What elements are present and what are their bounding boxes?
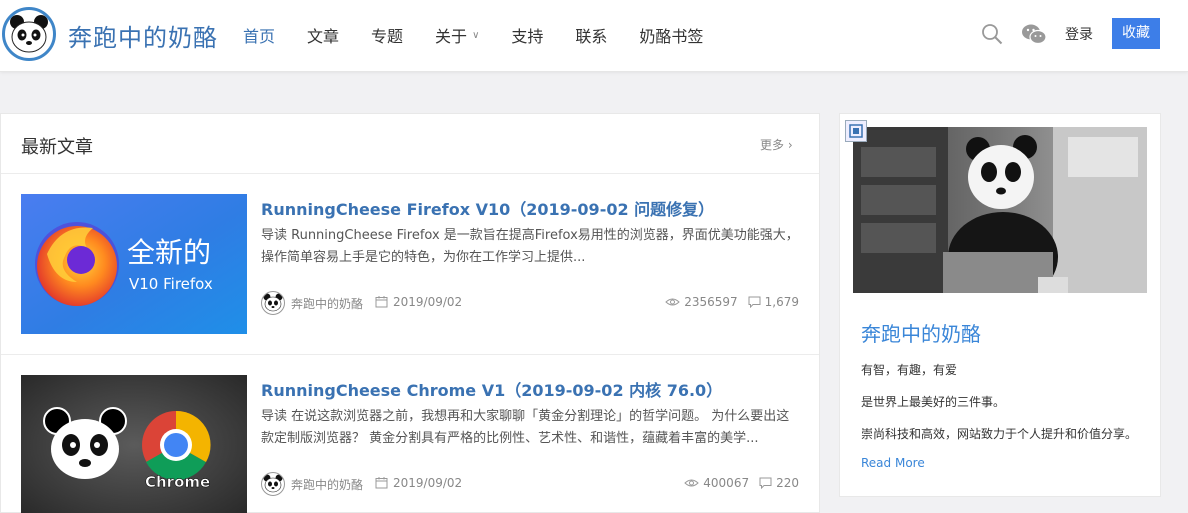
article-date: 2019/09/02 — [393, 295, 463, 309]
comment-icon — [759, 477, 772, 489]
nav-label: 关于 — [435, 27, 468, 46]
firefox-thumbnail-image: 全新的 V10 Firefox — [21, 194, 247, 334]
site-logo[interactable] — [2, 7, 56, 61]
nav-label: 支持 — [511, 27, 544, 46]
calendar-icon — [375, 296, 388, 308]
nav-label: 文章 — [307, 27, 340, 46]
author-name[interactable]: 奔跑中的奶酪 — [291, 476, 363, 493]
eye-icon — [665, 298, 680, 306]
comment-count[interactable]: 220 — [776, 476, 799, 490]
article-title[interactable]: RunningCheese Chrome V1（2019-09-02 内核 76… — [261, 377, 722, 401]
latest-articles-panel: 最新文章 更多 › 全新的 V10 Firefox RunningCheese … — [0, 113, 820, 513]
chrome-thumbnail-image: Chrome — [21, 375, 247, 513]
nav-label: 首页 — [243, 27, 276, 46]
more-link[interactable]: 更多 › — [760, 136, 793, 153]
sidebar-title[interactable]: 奔跑中的奶酪 — [861, 318, 981, 347]
nav-item-topics[interactable]: 专题 — [371, 23, 403, 47]
search-icon[interactable] — [981, 23, 1003, 45]
article-item: 全新的 V10 Firefox RunningCheese Firefox V1… — [1, 174, 819, 355]
thumb-text: Chrome — [145, 473, 210, 491]
site-title[interactable]: 奔跑中的奶酪 — [68, 18, 218, 53]
comment-count[interactable]: 1,679 — [765, 295, 799, 309]
panda-avatar-icon — [263, 474, 283, 493]
panel-title: 最新文章 — [21, 137, 93, 158]
article-title[interactable]: RunningCheese Firefox V10（2019-09-02 问题修… — [261, 196, 714, 220]
view-count: 2356597 — [684, 295, 738, 309]
sidebar-text-line: 崇尚科技和高效，网站致力于个人提升和价值分享。 — [861, 427, 1138, 441]
panda-logo-icon — [10, 15, 48, 53]
thumb-subtext: V10 Firefox — [129, 275, 213, 293]
view-count: 400067 — [703, 476, 750, 490]
article-item: Chrome RunningCheese Chrome V1（2019-09-0… — [1, 355, 819, 513]
article-stats: 2356597 1,679 — [665, 295, 799, 309]
nav-item-articles[interactable]: 文章 — [307, 23, 339, 47]
nav-label: 奶酪书签 — [639, 27, 704, 46]
image-badge-icon — [845, 120, 867, 142]
article-excerpt: 导读 在说这款浏览器之前，我想再和大家聊聊「黄金分割理论」的哲学问题。 为什么要… — [261, 409, 790, 446]
author-avatar[interactable] — [261, 291, 285, 315]
sidebar-text-line: 有智，有趣，有爱 — [861, 363, 958, 377]
collect-button[interactable]: 收藏 — [1112, 18, 1160, 49]
article-excerpt: 导读 RunningCheese Firefox 是一款旨在提高Firefox易… — [261, 228, 799, 265]
nav-item-about[interactable]: 关于 ∨ — [435, 23, 479, 47]
chevron-down-icon: ∨ — [472, 29, 480, 41]
nav-label: 专题 — [371, 27, 404, 46]
article-thumbnail[interactable]: 全新的 V10 Firefox — [21, 194, 247, 334]
wechat-icon[interactable] — [1021, 23, 1047, 45]
panda-office-image — [853, 127, 1147, 293]
nav-label: 联系 — [575, 27, 608, 46]
article-stats: 400067 220 — [684, 476, 799, 490]
nav-item-contact[interactable]: 联系 — [575, 23, 607, 47]
comment-icon — [748, 296, 761, 308]
sidebar-banner-image — [853, 127, 1147, 293]
main-nav: 首页 文章 专题 关于 ∨ 支持 联系 奶酪书签 — [243, 0, 735, 70]
nav-item-bookmarks[interactable]: 奶酪书签 — [639, 23, 703, 47]
thumb-text: 全新的 — [127, 236, 211, 269]
calendar-icon — [375, 477, 388, 489]
sidebar-text-line: 是世界上最美好的三件事。 — [861, 395, 1006, 409]
read-more-link[interactable]: Read More — [861, 456, 925, 470]
author-avatar[interactable] — [261, 472, 285, 496]
eye-icon — [684, 479, 700, 487]
panda-avatar-icon — [263, 293, 283, 312]
panel-header: 最新文章 更多 › — [1, 114, 819, 174]
article-date: 2019/09/02 — [393, 476, 463, 490]
login-link[interactable]: 登录 — [1065, 24, 1093, 44]
nav-item-support[interactable]: 支持 — [511, 23, 543, 47]
about-sidebar-widget: 奔跑中的奶酪 有智，有趣，有爱 是世界上最美好的三件事。 崇尚科技和高效，网站致… — [839, 113, 1161, 497]
author-name[interactable]: 奔跑中的奶酪 — [291, 295, 363, 312]
site-header: 奔跑中的奶酪 首页 文章 专题 关于 ∨ 支持 联系 奶酪书签 登录 收藏 — [0, 0, 1188, 72]
nav-item-home[interactable]: 首页 — [243, 23, 275, 47]
article-thumbnail[interactable]: Chrome — [21, 375, 247, 513]
